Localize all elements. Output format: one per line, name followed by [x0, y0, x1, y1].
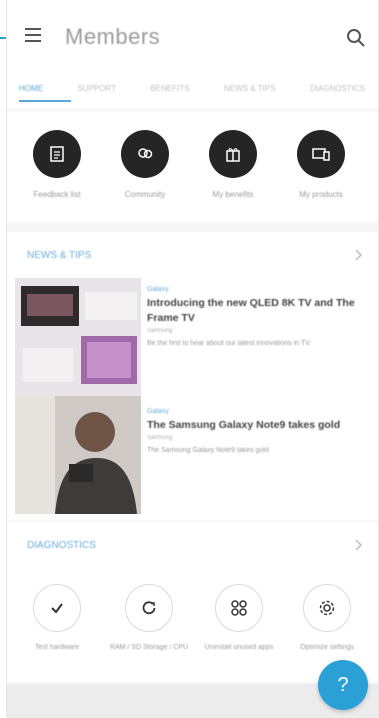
tab-benefits[interactable]: Benefits: [150, 82, 189, 96]
tab-bar: Home Support Benefits News & Tips Diagno…: [7, 78, 378, 108]
quick-action-label: Feedback list: [33, 190, 81, 199]
quick-action-feedback[interactable]: Feedback list: [17, 130, 97, 199]
quick-action-label: My products: [299, 190, 343, 199]
search-icon[interactable]: [344, 26, 368, 50]
section-title: News & Tips: [27, 250, 92, 261]
person-photo: [15, 396, 141, 514]
news-text: Galaxy The Samsung Galaxy Note9 takes go…: [147, 408, 366, 456]
app-title: Members: [65, 24, 161, 49]
tab-news-tips[interactable]: News & Tips: [224, 82, 275, 96]
quick-action-label: Community: [124, 190, 166, 199]
tab-home[interactable]: Home: [19, 82, 43, 96]
quick-action-benefits[interactable]: My benefits: [193, 130, 273, 199]
news-category: Galaxy: [147, 408, 169, 415]
news-category: Galaxy: [147, 286, 169, 293]
hamburger-icon[interactable]: [25, 28, 41, 42]
news-description: The Samsung Galaxy Note9 takes gold: [147, 447, 269, 454]
news-item[interactable]: Galaxy Introducing the new QLED 8K TV an…: [7, 278, 378, 400]
news-tips-header[interactable]: News & Tips: [7, 232, 378, 280]
apps-grid-icon: [215, 584, 263, 632]
diagnostic-optimize-settings[interactable]: Optimize settings: [283, 584, 371, 653]
diagnostic-storage[interactable]: RAM / SD Storage / CPU: [105, 584, 193, 653]
diagnostic-label: Test hardware: [35, 644, 79, 651]
diagnostic-label: Uninstall unused apps: [204, 644, 274, 651]
chevron-right-icon: [352, 538, 364, 552]
news-tips-section: News & Tips Galaxy Introducing the: [7, 232, 378, 520]
news-description: Be the first to hear about our latest in…: [147, 340, 312, 347]
app-screen: Members Home Support Benefits News & Tip…: [6, 0, 379, 718]
refresh-icon: [125, 584, 173, 632]
help-icon: ?: [337, 673, 349, 696]
tv-product-image: [15, 278, 141, 396]
news-headline: The Samsung Galaxy Note9 takes gold: [147, 419, 341, 431]
diagnostic-uninstall-apps[interactable]: Uninstall unused apps: [195, 584, 283, 653]
help-button[interactable]: ?: [318, 660, 368, 710]
active-tab-indicator: [19, 100, 71, 102]
tab-diagnostics[interactable]: Diagnostics: [310, 82, 365, 96]
diagnostic-label: Optimize settings: [300, 644, 354, 651]
section-title: Diagnostics: [27, 540, 96, 551]
quick-action-products[interactable]: My products: [281, 130, 361, 199]
news-text: Galaxy Introducing the new QLED 8K TV an…: [147, 286, 366, 349]
devices-icon: [297, 130, 345, 178]
chevron-right-icon: [352, 248, 364, 262]
quick-actions: Feedback list Community My benefits My p…: [7, 112, 378, 222]
top-bar: Members: [7, 0, 378, 80]
diagnostic-label: RAM / SD Storage / CPU: [109, 644, 189, 651]
news-meta: Samsung: [147, 328, 173, 334]
quick-action-label: My benefits: [212, 190, 254, 199]
checkmark-icon: [33, 584, 81, 632]
news-meta: Samsung: [147, 435, 173, 441]
quick-action-community[interactable]: Community: [105, 130, 185, 199]
diagnostics-header[interactable]: Diagnostics: [7, 522, 378, 570]
gear-icon: [303, 584, 351, 632]
community-icon: [121, 130, 169, 178]
document-icon: [33, 130, 81, 178]
tab-support[interactable]: Support: [77, 82, 116, 96]
diagnostic-test-hardware[interactable]: Test hardware: [13, 584, 101, 653]
news-item[interactable]: Galaxy The Samsung Galaxy Note9 takes go…: [7, 396, 378, 518]
news-headline: Introducing the new QLED 8K TV and The F…: [147, 297, 355, 324]
diagnostics-section: Diagnostics Test hardware RAM / SD Stora…: [7, 522, 378, 682]
gift-icon: [209, 130, 257, 178]
